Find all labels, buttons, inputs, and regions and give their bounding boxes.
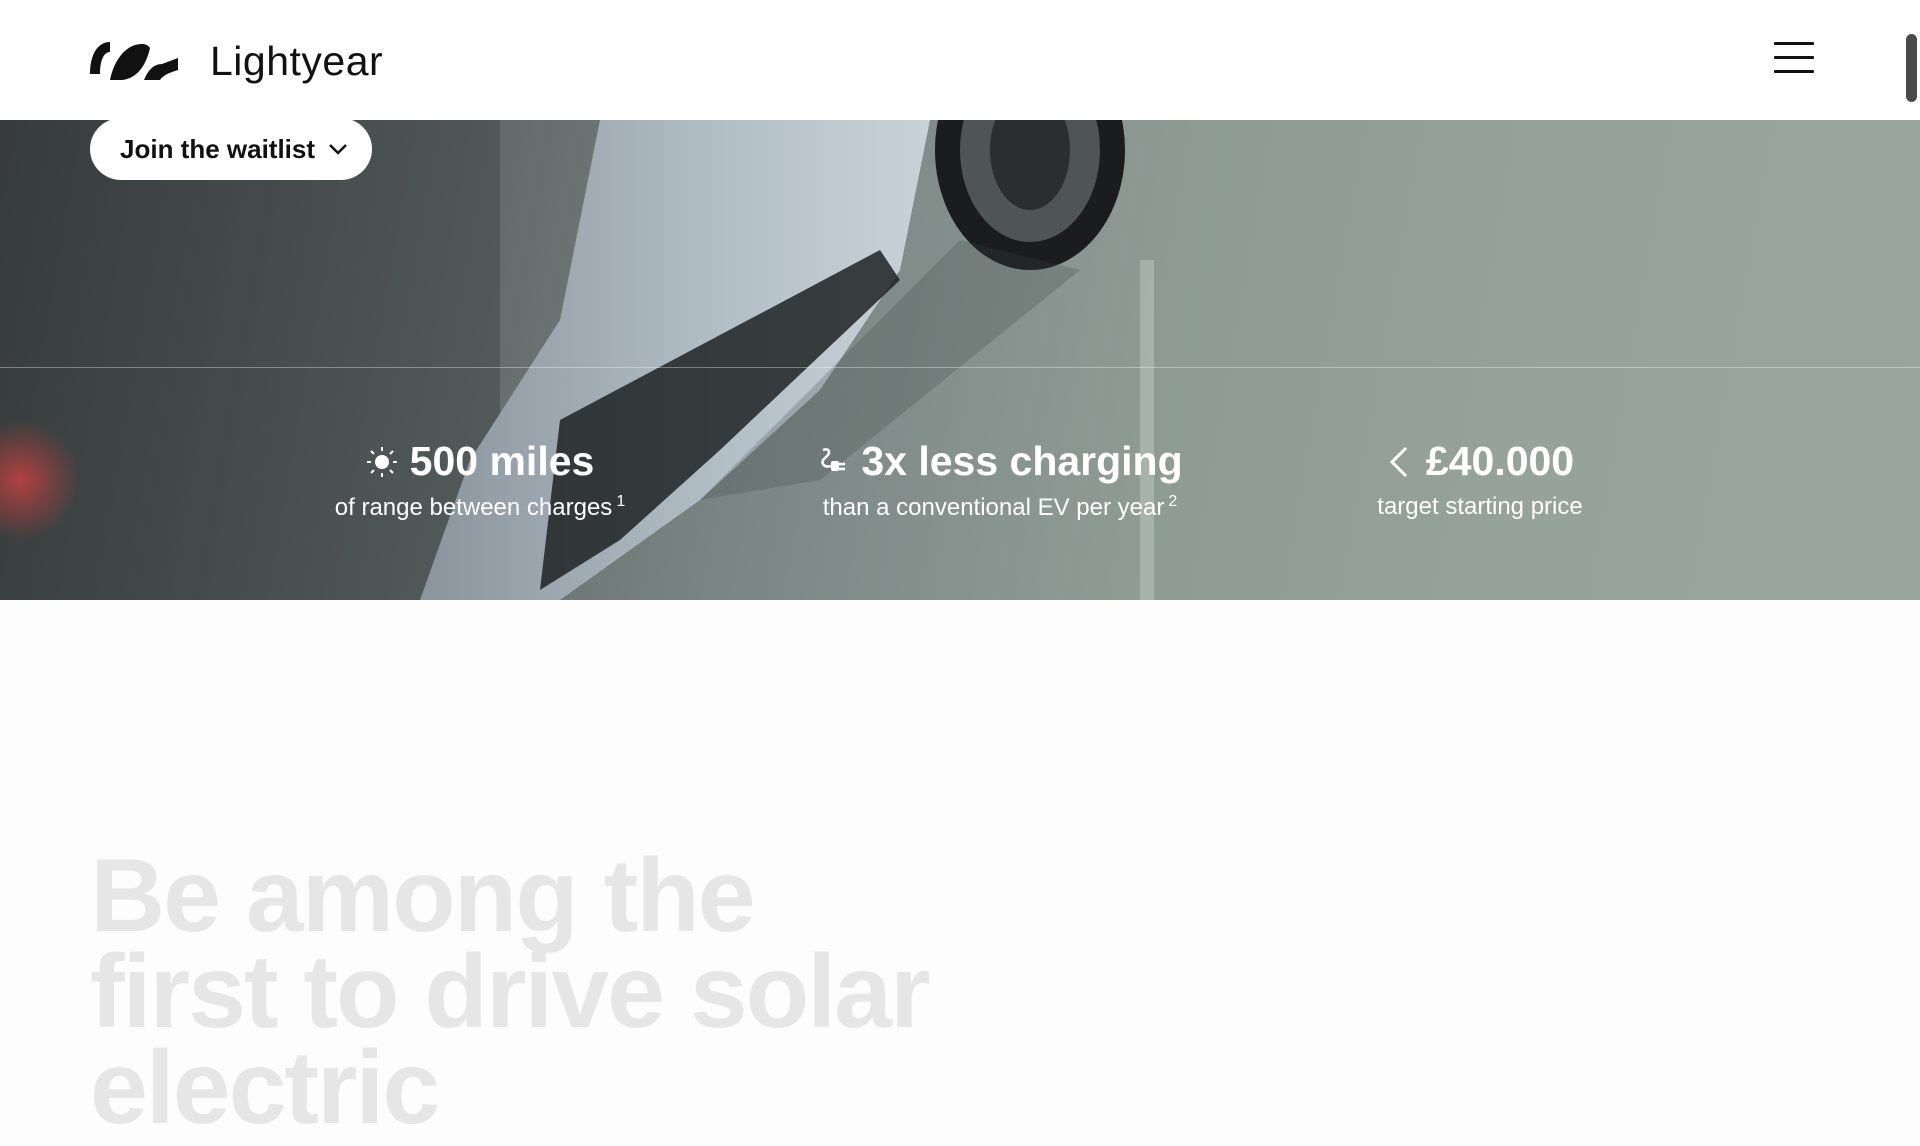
heading-line: Be among the: [90, 838, 756, 954]
stat-charging: 3x less charging than a conventional EV …: [780, 438, 1220, 522]
footnote-marker[interactable]: 1: [616, 493, 625, 510]
sun-icon: [366, 446, 397, 477]
plug-icon: [821, 447, 846, 471]
hero-section: Join the waitlist 500 miles of range bet…: [0, 120, 1920, 600]
hamburger-menu-icon[interactable]: [1774, 42, 1814, 76]
heading-line: electric: [90, 1030, 440, 1146]
brand-name: Lightyear: [210, 38, 384, 84]
hero-car-image: [0, 120, 1154, 600]
join-waitlist-button[interactable]: Join the waitlist: [90, 120, 372, 180]
stat-price: £40.000 target starting price: [1330, 438, 1630, 521]
stat-label: target starting price: [1377, 493, 1583, 520]
stat-value: 500 miles: [409, 438, 595, 484]
brand-logo[interactable]: Lightyear: [88, 38, 383, 85]
lightyear-logo-icon: [90, 41, 178, 80]
site-header: Lightyear: [0, 0, 1920, 120]
scrollbar-thumb[interactable]: [1906, 34, 1917, 102]
section-heading: Be among the first to drive solar electr…: [90, 838, 1090, 1146]
heading-line: first to drive solar: [90, 934, 930, 1050]
stat-label: of range between charges: [334, 494, 613, 521]
hero-divider: [0, 367, 1920, 368]
stat-range: 500 miles of range between charges 1: [300, 438, 660, 522]
join-waitlist-label: Join the waitlist: [120, 133, 316, 164]
stat-value: 3x less charging: [861, 438, 1183, 484]
less-than-icon: [1389, 446, 1407, 477]
chevron-down-icon: [329, 144, 347, 155]
stat-label: than a conventional EV per year: [822, 494, 1165, 521]
footnote-marker[interactable]: 2: [1168, 493, 1177, 510]
stat-value: £40.000: [1425, 438, 1575, 484]
